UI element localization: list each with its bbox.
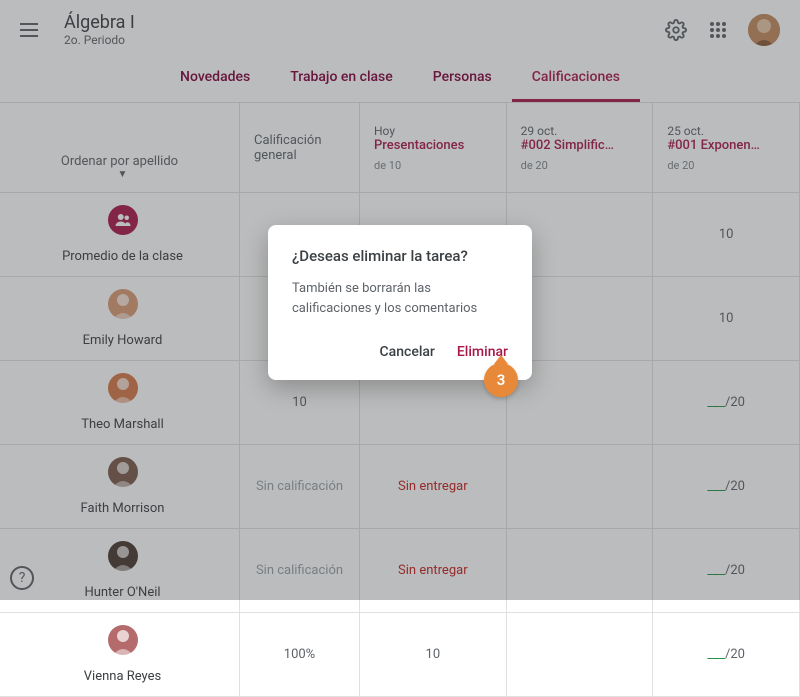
dialog-body: También se borrarán las calificaciones y…: [292, 279, 508, 318]
cancel-button[interactable]: Cancelar: [380, 338, 435, 366]
overall-cell: 100%: [240, 613, 360, 697]
step-callout-3: 3: [484, 363, 518, 397]
modal-overlay: ¿Deseas eliminar la tarea? También se bo…: [0, 0, 800, 600]
grade-cell[interactable]: ___/20: [653, 613, 800, 697]
grade-cell[interactable]: [507, 613, 654, 697]
dialog-title: ¿Deseas eliminar la tarea?: [292, 247, 508, 265]
delete-dialog: ¿Deseas eliminar la tarea? También se bo…: [268, 225, 532, 380]
student-avatar: [108, 625, 138, 655]
grade-cell[interactable]: 10: [360, 613, 507, 697]
student-row[interactable]: Vienna Reyes: [0, 613, 240, 697]
student-name: Vienna Reyes: [84, 669, 161, 684]
